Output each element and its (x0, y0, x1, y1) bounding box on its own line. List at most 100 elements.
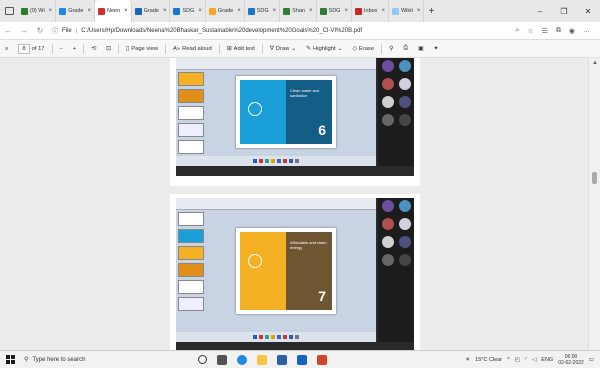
browser-tab[interactable]: Inbox × (352, 0, 389, 22)
participant-avatar (398, 96, 411, 108)
browser-tab[interactable]: Wikti × (389, 0, 425, 22)
contents-icon: ≡ (5, 45, 9, 52)
tab-favicon-icon (391, 7, 399, 15)
tab-actions-button[interactable] (0, 0, 18, 22)
pdf-page: Clean water and sanitation 6 (170, 58, 420, 186)
browser-tab[interactable]: (9) Wi × (18, 0, 57, 22)
favorite-star-icon[interactable]: ☆ (527, 27, 533, 35)
highlight-icon: ✎ (306, 45, 312, 52)
add-text-button[interactable]: ⊞ Add text (222, 46, 260, 52)
erase-button[interactable]: ◇ Erase (347, 46, 379, 52)
page-view-button[interactable]: ▯ Page view (121, 46, 163, 52)
widgets-icon[interactable] (217, 354, 227, 365)
rotate-button[interactable]: ⟲ (86, 46, 101, 52)
browser-tab[interactable]: SDG × (245, 0, 281, 22)
minimize-button[interactable]: – (528, 7, 552, 16)
browser-tab[interactable]: Grade × (132, 0, 171, 22)
tab-favicon-icon (59, 7, 67, 15)
tab-label: Wikti (400, 8, 413, 14)
pin-toolbar-button[interactable]: ✦ (428, 46, 443, 52)
participant-avatar (398, 236, 411, 248)
task-view-icon[interactable] (198, 355, 207, 364)
scrollbar-thumb[interactable] (592, 172, 597, 184)
new-tab-button[interactable]: + (424, 6, 438, 17)
wifi-icon[interactable]: ◜ (525, 357, 527, 363)
zoom-icon[interactable]: ⌕ (515, 27, 519, 35)
close-tab-icon[interactable]: × (344, 8, 348, 14)
meeting-participants (378, 58, 414, 166)
close-tab-icon[interactable]: × (309, 8, 313, 14)
profile-icon[interactable]: ◉ (569, 27, 575, 35)
maximize-button[interactable]: ❐ (552, 7, 576, 16)
edge-icon[interactable] (237, 354, 247, 365)
url-scheme-label: File (62, 27, 72, 34)
search-button[interactable]: ⚲ (384, 46, 398, 52)
browser-tab[interactable]: Grade × (206, 0, 245, 22)
close-tab-icon[interactable]: × (124, 8, 128, 14)
browser-tab[interactable]: Grade × (56, 0, 95, 22)
url-text: C:/Users/Hp/Downloads/Neena%20Bhaskar_Su… (81, 27, 363, 34)
ribbon (176, 58, 376, 70)
back-button[interactable]: ← (0, 26, 16, 35)
close-window-button[interactable]: ✕ (576, 7, 600, 16)
notification-icon[interactable]: ▭ (589, 357, 594, 363)
toolbar-divider (51, 43, 53, 54)
vertical-scrollbar[interactable]: ▲ (588, 58, 600, 350)
browser-tab[interactable]: Shan × (280, 0, 317, 22)
scroll-up-arrow-icon[interactable]: ▲ (592, 60, 598, 66)
page-number-input[interactable]: 8 (18, 43, 30, 54)
browser-tab[interactable]: SDG × (317, 0, 352, 22)
clock[interactable]: 06:00 02-02-2022 (558, 354, 584, 366)
contents-button[interactable]: ≡ (0, 46, 13, 52)
favorites-icon[interactable]: ☰ (542, 27, 548, 35)
browser-tab[interactable]: Neen × (95, 0, 132, 22)
close-tab-icon[interactable]: × (163, 8, 167, 14)
read-aloud-button[interactable]: A» Read aloud (168, 46, 217, 52)
chevron-down-icon: ⌄ (337, 45, 343, 52)
close-tab-icon[interactable]: × (237, 8, 241, 14)
zoom-out-button[interactable]: − (55, 46, 68, 52)
fit-page-button[interactable]: ⊡ (101, 46, 116, 52)
sdg-photo: Affordable and clean energy 7 (286, 232, 332, 310)
store-icon[interactable] (277, 354, 287, 365)
refresh-button[interactable]: ↻ (32, 26, 48, 35)
read-aloud-icon: A» (172, 45, 181, 52)
weather-icon[interactable]: ☀ (465, 357, 470, 363)
draw-button[interactable]: ∇ Draw ⌄ (265, 46, 301, 52)
collections-icon[interactable]: ⧉ (556, 27, 561, 35)
print-button[interactable]: ⎙ (398, 45, 413, 52)
close-tab-icon[interactable]: × (87, 8, 91, 14)
draw-icon: ∇ (269, 45, 274, 52)
zoom-in-button[interactable]: + (68, 46, 81, 52)
windows-taskbar: ⚲ Type here to search ☀ 15°C Clear ^ ◰ ◜… (0, 350, 600, 368)
save-button[interactable]: ▣ (413, 46, 428, 52)
pdf-viewer[interactable]: Clean water and sanitation 6 Affordable … (0, 58, 600, 350)
eraser-icon: ◇ (352, 45, 357, 52)
save-icon: ▣ (417, 45, 424, 52)
weather-label[interactable]: 15°C Clear (475, 357, 502, 363)
highlight-button[interactable]: ✎ Highlight ⌄ (301, 46, 347, 52)
close-tab-icon[interactable]: × (417, 8, 421, 14)
network-icon[interactable]: ◰ (515, 357, 520, 363)
forward-button[interactable]: → (16, 26, 32, 35)
more-menu-icon[interactable]: … (583, 27, 590, 35)
tab-label: Neen (107, 8, 121, 14)
taskbar-search-placeholder: Type here to search (32, 356, 86, 363)
taskbar-search[interactable]: ⚲ Type here to search (20, 353, 180, 367)
powerpoint-icon[interactable] (317, 354, 327, 365)
browser-tab[interactable]: SDG × (170, 0, 206, 22)
close-tab-icon[interactable]: × (381, 8, 385, 14)
close-tab-icon[interactable]: × (273, 8, 277, 14)
close-tab-icon[interactable]: × (49, 8, 53, 14)
url-field[interactable]: ⓘ File | C:/Users/Hp/Downloads/Neena%20B… (48, 26, 515, 36)
water-drop-icon (248, 102, 262, 116)
language-label[interactable]: ENG (541, 357, 553, 363)
close-tab-icon[interactable]: × (198, 8, 202, 14)
start-button[interactable] (0, 355, 20, 364)
mail-icon[interactable] (297, 354, 307, 365)
screenshot-image: Affordable and clean energy 7 (176, 198, 414, 350)
chevron-up-icon[interactable]: ^ (507, 357, 510, 363)
tab-label: Shan (292, 8, 306, 14)
file-explorer-icon[interactable] (257, 354, 267, 365)
volume-icon[interactable]: ◁ (532, 357, 536, 363)
